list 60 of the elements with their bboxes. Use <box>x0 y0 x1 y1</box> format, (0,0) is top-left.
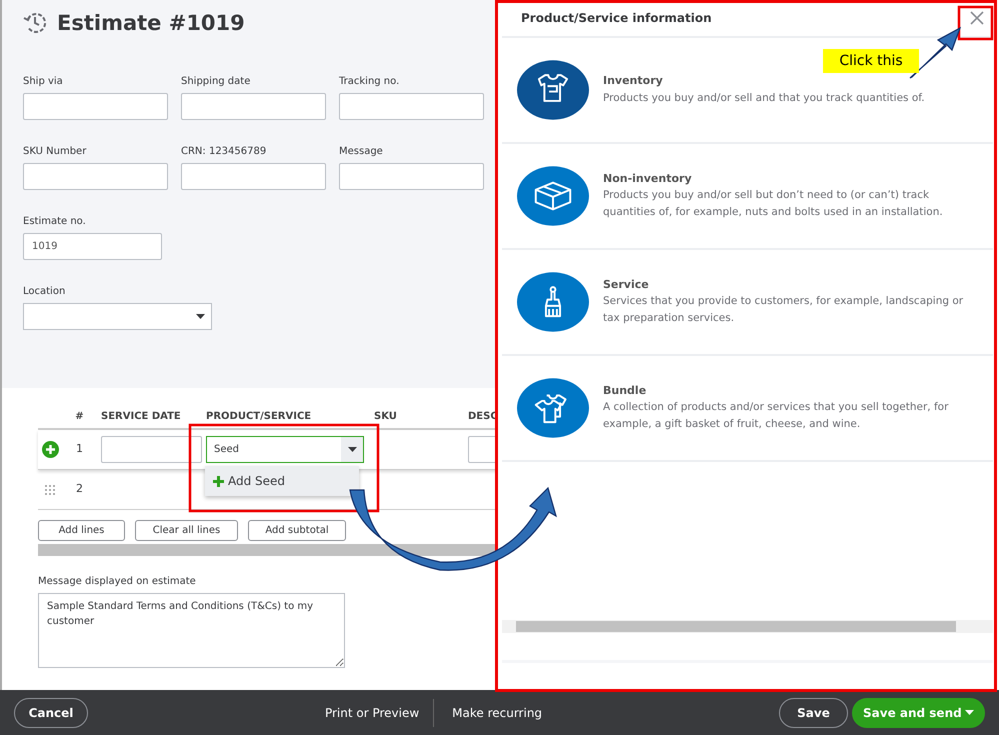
make-recurring-link[interactable]: Make recurring <box>446 702 548 722</box>
table-button[interactable]: Clear all lines <box>135 520 238 541</box>
item-description: A collection of products and/or services that you sell together, for example, a gift basket of fruit, cheese, and wine. <box>603 400 950 432</box>
field-label: Tracking no. <box>339 75 400 89</box>
column-header: # <box>74 410 85 424</box>
scrollbar[interactable] <box>502 620 993 633</box>
input-field[interactable] <box>468 436 497 463</box>
item-description: Products you buy and/or sell and that you track quantities of. <box>603 90 925 106</box>
input-field[interactable] <box>101 436 202 463</box>
row-number: 2 <box>75 481 84 498</box>
field-label: Message <box>339 145 384 159</box>
history-icon[interactable] <box>23 11 47 35</box>
item-description: Products you buy and/or sell but don’t need to (or can’t) track quantities of, for example, nuts and bolts used in an installation. <box>603 188 944 220</box>
item-title: Service <box>603 276 650 293</box>
input-field[interactable] <box>339 93 484 120</box>
field-label: SKU Number <box>23 145 88 159</box>
plus-icon <box>213 476 224 486</box>
product-dropdown[interactable]: Seed <box>206 436 364 463</box>
table-button[interactable]: Add lines <box>38 520 125 541</box>
input-field[interactable] <box>339 163 484 190</box>
field-label: Ship via <box>23 75 64 89</box>
dropdown-option[interactable]: Add Seed <box>205 466 359 496</box>
field-label: CRN: 123456789 <box>181 145 268 159</box>
callout-label: Click this <box>823 49 919 73</box>
form-title: Estimate #1019 <box>57 10 245 36</box>
field-label: Estimate no. <box>23 215 87 229</box>
print-preview-link[interactable]: Print or Preview <box>318 702 426 722</box>
input-field[interactable] <box>23 163 168 190</box>
item-title: Inventory <box>603 73 664 90</box>
add-icon[interactable] <box>42 441 58 458</box>
table-button[interactable]: Add subtotal <box>248 520 346 541</box>
field-value: Seed <box>213 443 239 457</box>
input-field[interactable] <box>181 93 326 120</box>
close-button[interactable] <box>969 10 985 26</box>
column-header: SERVICE DATE <box>100 410 182 424</box>
row-number: 1 <box>75 441 84 458</box>
item-description: Services that you provide to customers, for example, landscaping or tax preparation services. <box>603 294 964 326</box>
input-field[interactable] <box>23 93 168 120</box>
field-label: Message displayed on estimate <box>38 575 197 589</box>
input-field[interactable] <box>181 163 326 190</box>
field-label: Location <box>23 285 66 299</box>
text-area[interactable]: Sample Standard Terms and Conditions (T&Cs) to my customer <box>38 593 345 668</box>
drag-handle-icon[interactable] <box>45 484 55 494</box>
pointer-arrow <box>909 26 962 79</box>
input-field[interactable]: 1019 <box>23 233 162 260</box>
list-item[interactable]: Bundle A collection of products and/or services that you sell together, for example, a gift basket of fruit, cheese, and wine. <box>502 356 993 462</box>
caret-icon <box>965 710 974 715</box>
column-header: PRODUCT/SERVICE <box>205 410 312 424</box>
caret-icon <box>196 314 205 319</box>
item-title: Bundle <box>603 382 648 399</box>
field-label: Shipping date <box>181 75 252 89</box>
column-header: SKU <box>373 410 398 424</box>
save-button[interactable]: Save <box>779 698 848 728</box>
caret-icon <box>348 447 356 452</box>
location-dropdown[interactable] <box>23 303 212 330</box>
list-item[interactable]: Non-inventory Products you buy and/or sell but don’t need to (or can’t) track quantities of, for example, nuts and bolts used in an installation. <box>502 144 993 250</box>
item-title: Non-inventory <box>603 170 693 187</box>
list-item[interactable]: Service Services that you provide to customers, for example, landscaping or tax preparation services. <box>502 250 993 356</box>
cancel-button[interactable]: Cancel <box>14 698 88 728</box>
scrollbar[interactable] <box>38 544 497 556</box>
